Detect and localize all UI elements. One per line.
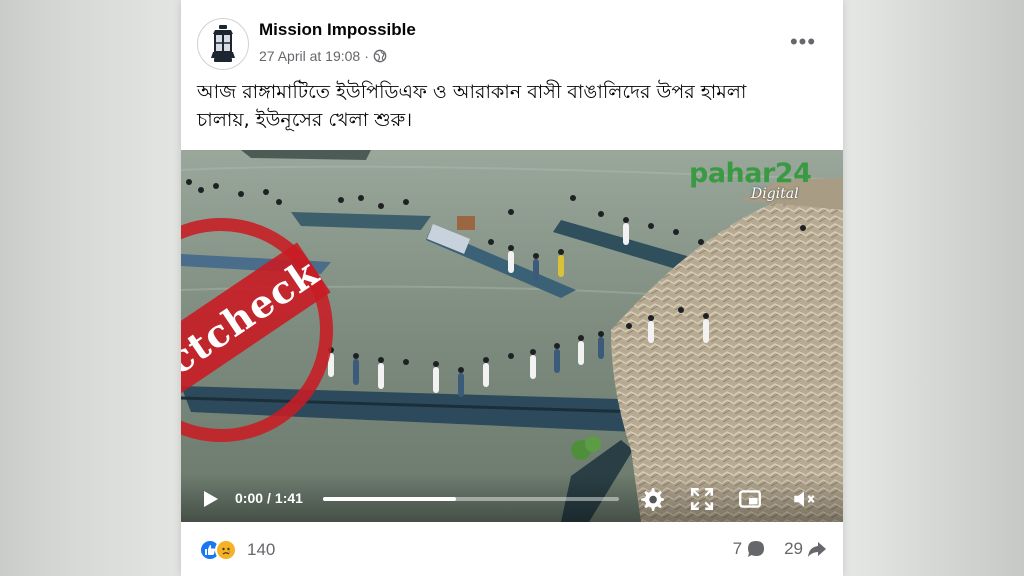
post-text-line: চালায়, ইউনূসের খেলা শুরু। (197, 109, 413, 131)
video-scrubber[interactable] (323, 497, 619, 501)
current-time: 0:00 (235, 490, 264, 506)
stamp-band: Factcheck (181, 242, 331, 418)
comment-icon[interactable] (746, 539, 766, 559)
gear-icon[interactable] (639, 486, 665, 512)
post-stats: 7 29 (733, 539, 827, 559)
sad-icon (215, 539, 237, 561)
watermark-logo: pahar24 (689, 158, 812, 189)
post-meta: 27 April at 19:08 · (259, 48, 387, 64)
channel-watermark: pahar24 Digital (689, 158, 839, 204)
duration: 1:41 (274, 490, 303, 506)
more-options-button[interactable]: ••• (785, 28, 821, 56)
play-icon[interactable] (199, 488, 221, 510)
meta-separator: · (364, 48, 369, 64)
post-author[interactable]: Mission Impossible (259, 20, 416, 40)
lantern-icon (211, 25, 235, 62)
pip-icon[interactable] (737, 486, 763, 512)
video-player[interactable]: Factcheck pahar24 Digital 0:00/1:41 (181, 150, 843, 522)
stamp-text: Factcheck (181, 248, 327, 412)
video-controls: 0:00/1:41 (181, 474, 843, 522)
post-card: Mission Impossible 27 April at 19:08 · •… (181, 0, 843, 576)
share-icon[interactable] (807, 539, 827, 559)
volume-icon[interactable] (791, 486, 817, 512)
post-text-line: আজ রাঙ্গামাটিতে ইউপিডিএফ ও আরাকান বাসী ব… (197, 81, 747, 103)
share-count[interactable]: 29 (784, 539, 803, 559)
post-footer: 140 7 29 (181, 522, 843, 576)
avatar[interactable] (197, 18, 249, 70)
background-left (0, 0, 181, 576)
globe-icon (373, 49, 387, 63)
time-separator: / (267, 490, 271, 506)
fullscreen-icon[interactable] (689, 486, 715, 512)
reaction-count: 140 (247, 540, 276, 559)
reactions-summary[interactable]: 140 (199, 539, 275, 561)
post-timestamp[interactable]: 27 April at 19:08 (259, 48, 360, 64)
background-right (843, 0, 1024, 576)
comment-count[interactable]: 7 (733, 539, 742, 559)
watermark-subtitle: Digital (751, 186, 799, 202)
post-text: আজ রাঙ্গামাটিতে ইউপিডিএফ ও আরাকান বাসী ব… (197, 78, 827, 134)
scrubber-buffered (323, 497, 457, 501)
video-time: 0:00/1:41 (235, 490, 303, 506)
